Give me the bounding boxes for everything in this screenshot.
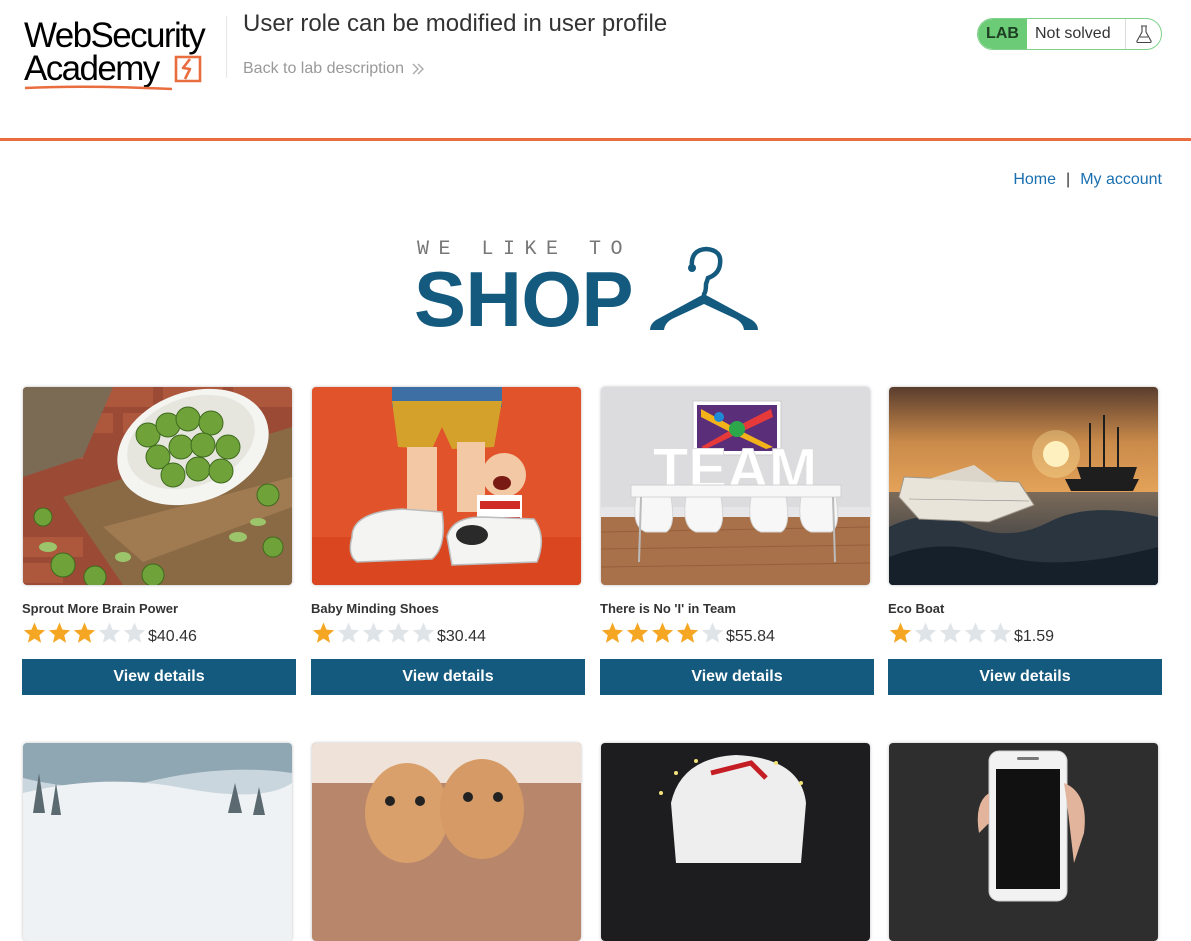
star-empty-icon <box>337 622 360 643</box>
rating-stars <box>311 621 436 650</box>
star-filled-icon <box>626 622 649 643</box>
product-image-brussels-sprouts[interactable] <box>23 387 292 585</box>
product-image-snowy-landscape[interactable] <box>23 743 292 941</box>
product-rating: $30.44 <box>311 621 486 650</box>
view-details-button[interactable]: View details <box>311 659 585 695</box>
product-name: There is No 'I' in Team <box>600 601 736 616</box>
product-name: Sprout More Brain Power <box>22 601 179 616</box>
product-price: $30.44 <box>437 628 486 645</box>
product-image-cartoon-face[interactable] <box>601 743 870 941</box>
nav-my-account-link[interactable]: My account <box>1080 171 1162 189</box>
star-filled-icon <box>676 622 699 643</box>
lab-header: WebSecurity Academy User role can be mod… <box>0 0 1191 141</box>
star-empty-icon <box>939 622 962 643</box>
lab-title: User role can be modified in user profil… <box>243 10 668 37</box>
product-rating: $55.84 <box>600 621 775 650</box>
logo-underline-icon <box>24 85 173 91</box>
rating-stars <box>600 621 725 650</box>
product-price: $55.84 <box>726 628 775 645</box>
star-empty-icon <box>123 622 146 643</box>
view-details-button[interactable]: View details <box>888 659 1162 695</box>
star-empty-icon <box>387 622 410 643</box>
product-image-phone-in-hand[interactable] <box>889 743 1158 941</box>
product-rating: $1.59 <box>888 621 1054 650</box>
back-link-label: Back to lab description <box>243 60 404 77</box>
flask-icon <box>1125 19 1161 49</box>
banner-title: SHOP <box>414 255 634 343</box>
shop-banner: WE LIKE TO SHOP <box>414 238 774 338</box>
header-divider <box>226 16 227 78</box>
star-empty-icon <box>914 622 937 643</box>
star-filled-icon <box>601 622 624 643</box>
star-empty-icon <box>412 622 435 643</box>
back-to-lab-description-link[interactable]: Back to lab description <box>243 60 425 78</box>
product-price: $40.46 <box>148 628 197 645</box>
product-name: Baby Minding Shoes <box>311 601 439 616</box>
star-empty-icon <box>964 622 987 643</box>
logo-text-line1: WebSecurity <box>24 16 206 55</box>
product-rating: $40.46 <box>22 621 197 650</box>
star-filled-icon <box>312 622 335 643</box>
lab-status-widget: LAB Not solved <box>977 18 1162 50</box>
star-empty-icon <box>98 622 121 643</box>
star-empty-icon <box>989 622 1012 643</box>
product-price: $1.59 <box>1014 628 1055 645</box>
web-security-academy-logo[interactable]: WebSecurity Academy <box>24 16 229 91</box>
product-image-team-letters[interactable]: TEAM <box>601 387 870 585</box>
logo-text-line2: Academy <box>24 49 160 88</box>
product-image-paper-boat[interactable] <box>889 387 1158 585</box>
star-filled-icon <box>651 622 674 643</box>
star-empty-icon <box>701 622 724 643</box>
nav-separator: | <box>1066 171 1071 188</box>
product-name: Eco Boat <box>888 601 945 616</box>
product-image-figurine-shoes[interactable] <box>312 387 581 585</box>
top-nav: Home | My account <box>1013 171 1162 189</box>
nav-home-link[interactable]: Home <box>1013 171 1056 189</box>
product-image-eggs[interactable] <box>312 743 581 941</box>
lab-badge: LAB <box>978 19 1027 49</box>
logo-bolt-icon <box>174 55 202 83</box>
view-details-button[interactable]: View details <box>22 659 296 695</box>
star-filled-icon <box>23 622 46 643</box>
coat-hanger-icon <box>650 246 758 330</box>
lab-status-text: Not solved <box>1035 25 1111 42</box>
star-filled-icon <box>73 622 96 643</box>
star-filled-icon <box>889 622 912 643</box>
rating-stars <box>22 621 147 650</box>
star-filled-icon <box>48 622 71 643</box>
view-details-button[interactable]: View details <box>600 659 874 695</box>
rating-stars <box>888 621 1013 650</box>
double-chevron-right-icon <box>412 63 424 75</box>
star-empty-icon <box>362 622 385 643</box>
